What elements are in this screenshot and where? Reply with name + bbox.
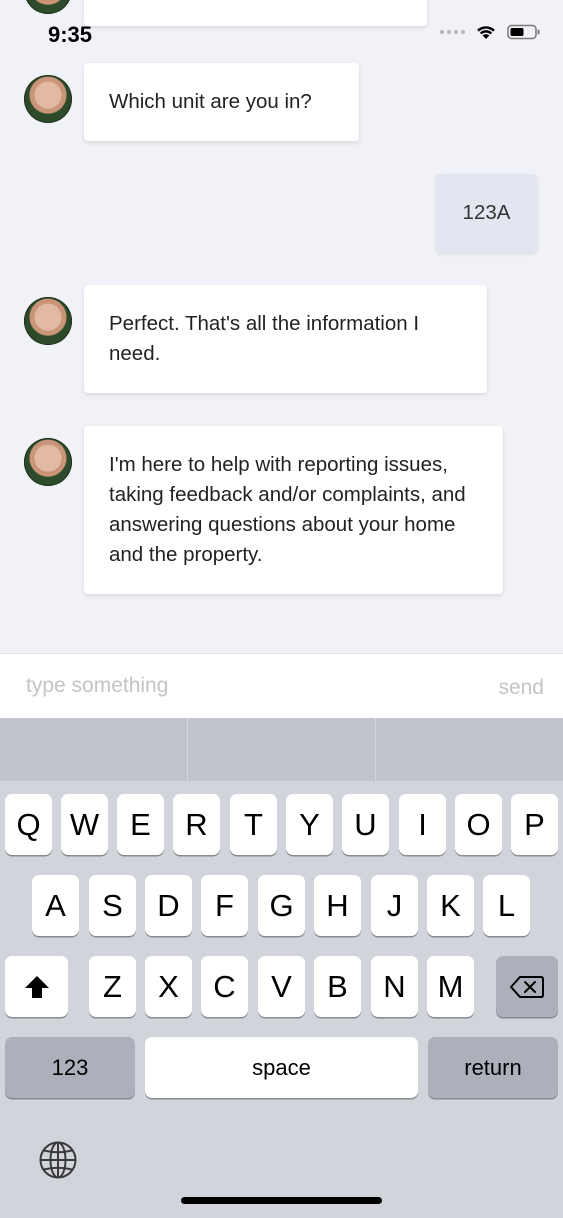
key-x[interactable]: X	[145, 956, 192, 1017]
numbers-key[interactable]: 123	[5, 1037, 135, 1098]
signal-icon	[440, 30, 465, 34]
shift-key[interactable]	[5, 956, 68, 1017]
key-s[interactable]: S	[89, 875, 136, 936]
suggestion-slot[interactable]	[0, 718, 188, 781]
chat-area: Which unit are you in? 123A Perfect. Tha…	[0, 0, 563, 653]
key-d[interactable]: D	[145, 875, 192, 936]
shift-icon	[24, 975, 49, 998]
key-j[interactable]: J	[371, 875, 418, 936]
key-m[interactable]: M	[427, 956, 474, 1017]
key-b[interactable]: B	[314, 956, 361, 1017]
home-indicator[interactable]	[181, 1197, 382, 1204]
suggestion-slot[interactable]	[376, 718, 563, 781]
key-w[interactable]: W	[61, 794, 108, 855]
key-p[interactable]: P	[511, 794, 558, 855]
key-u[interactable]: U	[342, 794, 389, 855]
return-key[interactable]: return	[428, 1037, 558, 1098]
key-f[interactable]: F	[201, 875, 248, 936]
status-icons	[440, 24, 541, 40]
send-button[interactable]: send	[498, 676, 544, 700]
delete-icon	[510, 975, 544, 998]
key-v[interactable]: V	[258, 956, 305, 1017]
key-c[interactable]: C	[201, 956, 248, 1017]
keyboard: Q W E R T Y U I O P A S D F G H J K L Z …	[0, 718, 563, 1218]
wifi-icon	[477, 26, 495, 39]
status-time: 9:35	[48, 22, 93, 47]
key-y[interactable]: Y	[286, 794, 333, 855]
space-key[interactable]: space	[145, 1037, 418, 1098]
composer-bar: type something send	[0, 653, 563, 719]
battery-icon	[507, 24, 540, 40]
key-l[interactable]: L	[483, 875, 530, 936]
user-message: 123A	[436, 174, 537, 252]
key-t[interactable]: T	[230, 794, 277, 855]
key-o[interactable]: O	[455, 794, 502, 855]
message-input[interactable]: type something	[26, 674, 168, 698]
key-e[interactable]: E	[117, 794, 164, 855]
bot-avatar	[24, 438, 72, 486]
key-i[interactable]: I	[399, 794, 446, 855]
bot-avatar	[24, 75, 72, 123]
key-q[interactable]: Q	[5, 794, 52, 855]
key-h[interactable]: H	[314, 875, 361, 936]
bot-message: Perfect. That's all the information I ne…	[84, 285, 487, 393]
globe-icon[interactable]	[38, 1140, 78, 1180]
delete-key[interactable]	[496, 956, 558, 1017]
bot-avatar	[24, 297, 72, 345]
status-bar: 9:35	[0, 0, 563, 50]
key-g[interactable]: G	[258, 875, 305, 936]
bot-message: I'm here to help with reporting issues, …	[84, 426, 503, 594]
key-k[interactable]: K	[427, 875, 474, 936]
key-r[interactable]: R	[173, 794, 220, 855]
suggestion-slot[interactable]	[188, 718, 376, 781]
suggestion-bar	[0, 718, 563, 781]
key-n[interactable]: N	[371, 956, 418, 1017]
key-a[interactable]: A	[32, 875, 79, 936]
key-z[interactable]: Z	[89, 956, 136, 1017]
bot-message: Which unit are you in?	[84, 63, 359, 141]
